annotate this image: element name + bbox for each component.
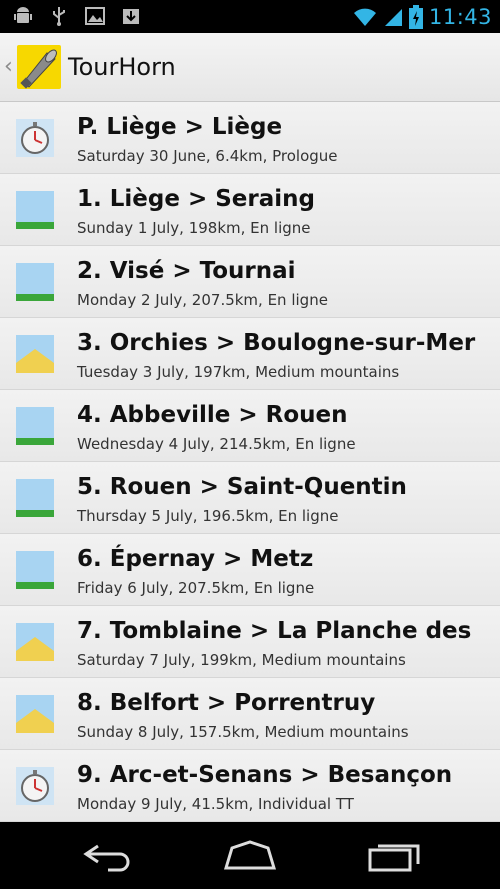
stage-title: 7. Tomblaine > La Planche des — [77, 618, 472, 644]
list-item[interactable]: 5. Rouen > Saint-Quentin Thursday 5 July… — [0, 462, 500, 534]
app-title: TourHorn — [68, 53, 176, 81]
stage-details: Sunday 8 July, 157.5km, Medium mountains — [77, 723, 409, 741]
flat-stage-icon — [16, 551, 54, 589]
stopwatch-icon — [16, 767, 54, 805]
android-debug-icon — [14, 7, 32, 23]
list-item[interactable]: 2. Visé > Tournai Monday 2 July, 207.5km… — [0, 246, 500, 318]
list-item[interactable]: 1. Liège > Seraing Sunday 1 July, 198km,… — [0, 174, 500, 246]
flat-stage-icon — [16, 479, 54, 517]
signal-icon — [384, 8, 402, 26]
stage-title: 9. Arc-et-Senans > Besançon — [77, 762, 453, 788]
stage-title: 6. Épernay > Metz — [77, 546, 314, 572]
home-icon[interactable] — [220, 840, 280, 872]
flat-stage-icon — [16, 263, 54, 301]
navigation-bar — [0, 822, 500, 889]
list-item[interactable]: 4. Abbeville > Rouen Wednesday 4 July, 2… — [0, 390, 500, 462]
hill-stage-icon — [16, 623, 54, 661]
list-item[interactable]: 3. Orchies > Boulogne-sur-Mer Tuesday 3 … — [0, 318, 500, 390]
list-item[interactable]: 9. Arc-et-Senans > Besançon Monday 9 Jul… — [0, 750, 500, 822]
hill-stage-icon — [16, 335, 54, 373]
stage-list: P. Liège > Liège Saturday 30 June, 6.4km… — [0, 102, 500, 822]
stage-title: 1. Liège > Seraing — [77, 186, 315, 212]
status-bar: 11:43 — [0, 0, 500, 33]
list-item[interactable]: 6. Épernay > Metz Friday 6 July, 207.5km… — [0, 534, 500, 606]
stage-title: 3. Orchies > Boulogne-sur-Mer — [77, 330, 476, 356]
stage-details: Saturday 7 July, 199km, Medium mountains — [77, 651, 406, 669]
stage-title: 8. Belfort > Porrentruy — [77, 690, 376, 716]
list-item[interactable]: 8. Belfort > Porrentruy Sunday 8 July, 1… — [0, 678, 500, 750]
hill-stage-icon — [16, 695, 54, 733]
stage-details: Wednesday 4 July, 214.5km, En ligne — [77, 435, 356, 453]
flat-stage-icon — [16, 191, 54, 229]
stage-details: Monday 9 July, 41.5km, Individual TT — [77, 795, 354, 813]
stage-details: Friday 6 July, 207.5km, En ligne — [77, 579, 315, 597]
action-bar: ‹ TourHorn — [0, 33, 500, 102]
stage-title: 4. Abbeville > Rouen — [77, 402, 348, 428]
wifi-icon — [353, 8, 376, 26]
system-status: 11:43 — [353, 0, 492, 33]
stage-details: Thursday 5 July, 196.5km, En ligne — [77, 507, 339, 525]
stopwatch-icon — [16, 119, 54, 157]
stage-title: 2. Visé > Tournai — [77, 258, 296, 284]
stage-details: Saturday 30 June, 6.4km, Prologue — [77, 147, 338, 165]
image-icon — [85, 7, 105, 25]
stage-details: Monday 2 July, 207.5km, En ligne — [77, 291, 328, 309]
usb-icon — [53, 7, 65, 26]
list-item[interactable]: 7. Tomblaine > La Planche des Saturday 7… — [0, 606, 500, 678]
stage-title: P. Liège > Liège — [77, 114, 283, 140]
stage-title: 5. Rouen > Saint-Quentin — [77, 474, 407, 500]
clock: 11:43 — [428, 4, 492, 29]
back-icon[interactable] — [78, 840, 138, 872]
notification-icons — [12, 5, 142, 27]
battery-icon — [408, 4, 423, 29]
recent-apps-icon[interactable] — [364, 840, 424, 872]
flat-stage-icon — [16, 407, 54, 445]
stage-details: Tuesday 3 July, 197km, Medium mountains — [77, 363, 400, 381]
app-logo-icon[interactable] — [17, 45, 61, 89]
list-item[interactable]: P. Liège > Liège Saturday 30 June, 6.4km… — [0, 102, 500, 174]
up-caret-icon[interactable]: ‹ — [4, 54, 13, 79]
stage-details: Sunday 1 July, 198km, En ligne — [77, 219, 311, 237]
download-icon — [123, 9, 139, 24]
